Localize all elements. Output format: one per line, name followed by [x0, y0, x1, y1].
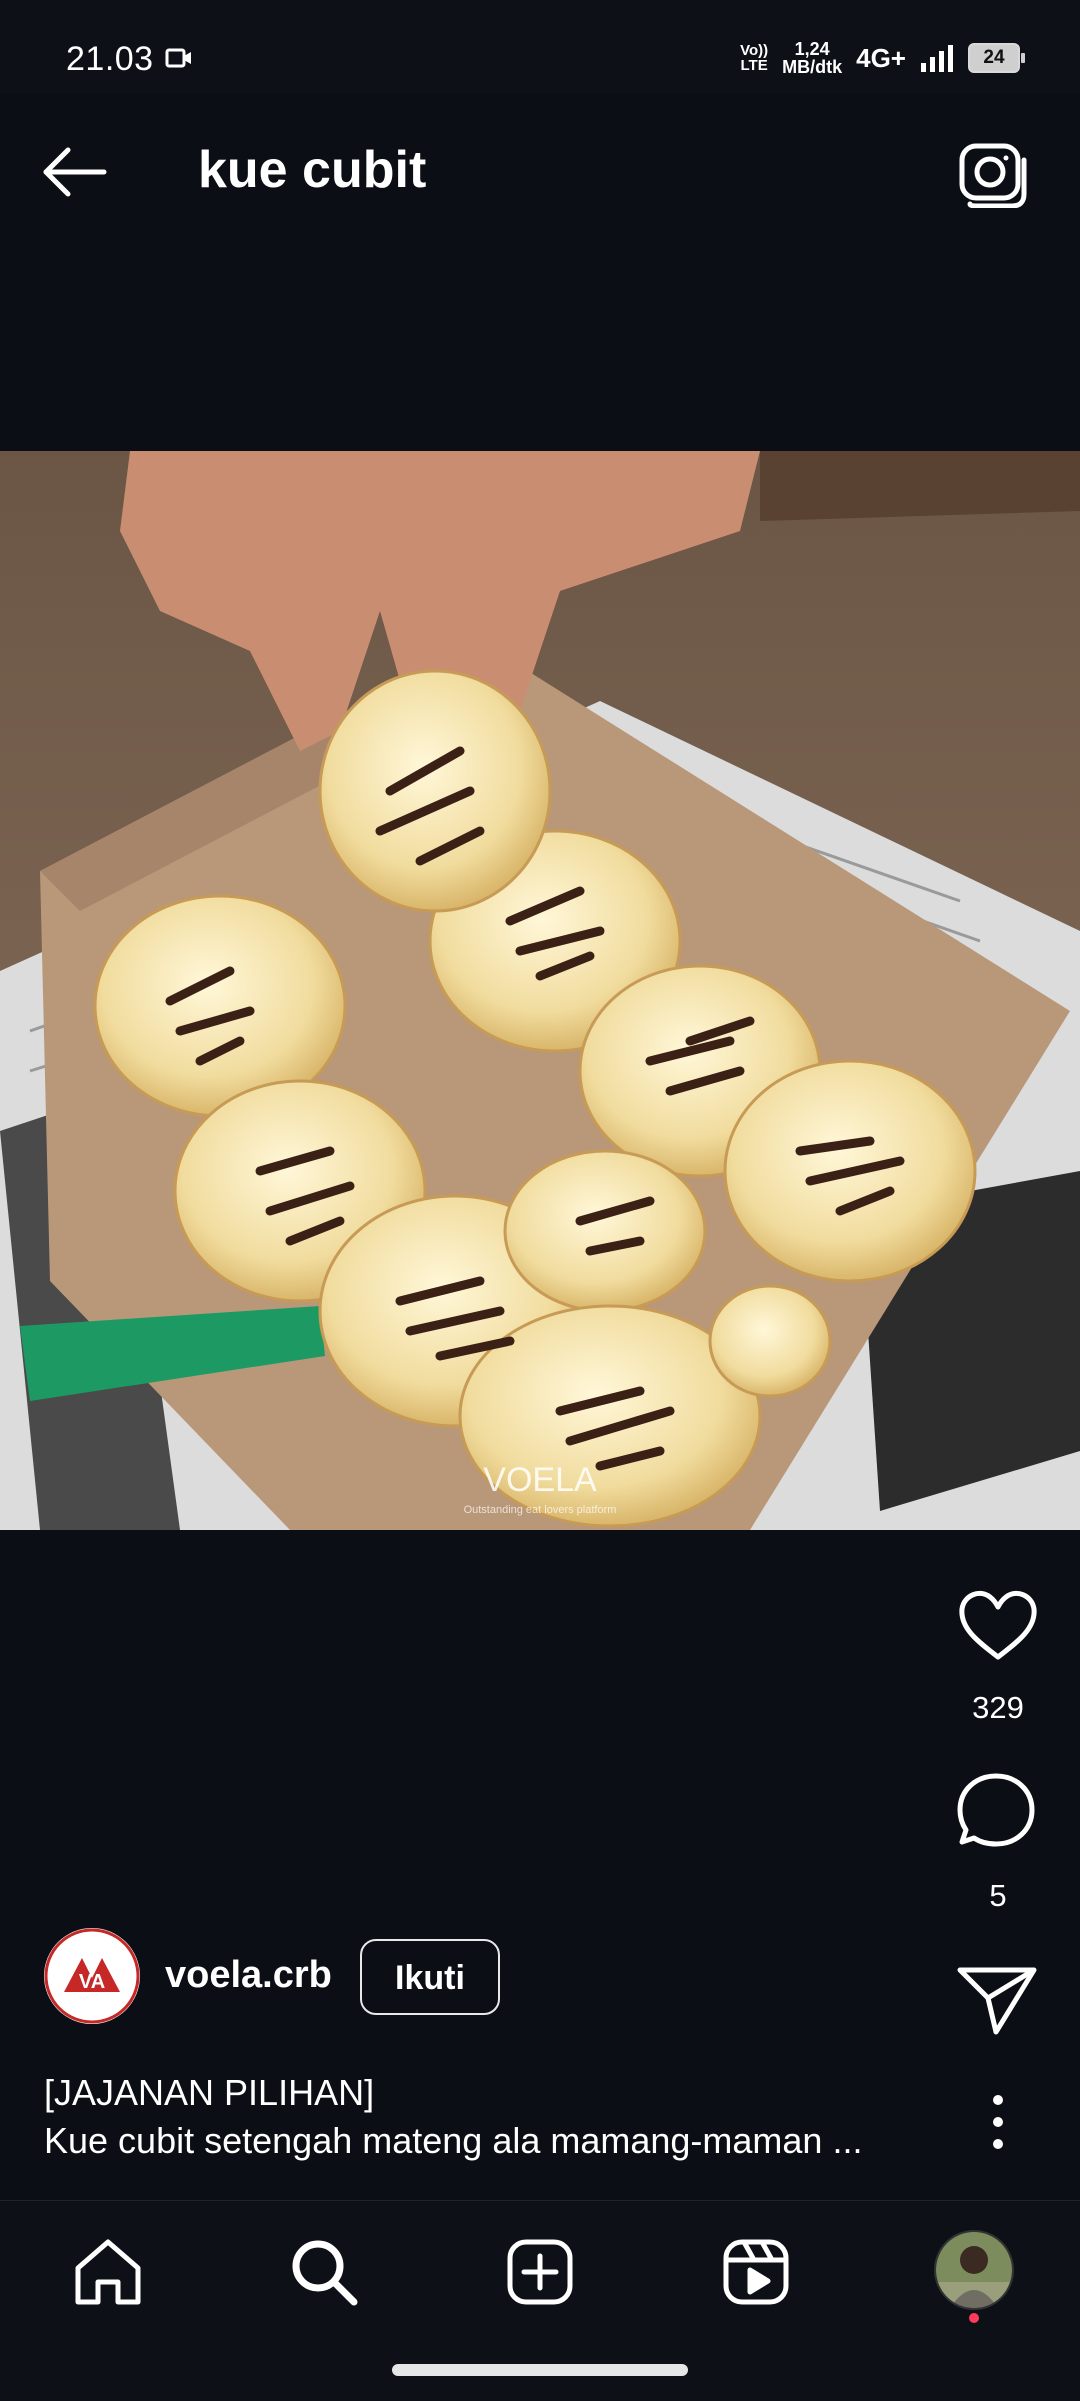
post-image[interactable]: VOELA Outstanding eat lovers platform	[0, 451, 1080, 1530]
speed-value: 1,24	[794, 39, 830, 59]
nav-search[interactable]	[284, 2232, 364, 2312]
battery-indicator: 24	[968, 43, 1025, 73]
brand-logo: VA	[44, 1928, 140, 2024]
heart-icon	[959, 1591, 1037, 1660]
comment-count[interactable]: 5	[940, 1878, 1056, 1914]
avatar-text: VA	[79, 1971, 105, 1993]
image-watermark: VOELA	[483, 1461, 597, 1499]
like-count[interactable]: 329	[940, 1690, 1056, 1726]
back-button[interactable]	[40, 142, 112, 202]
network-speed: 1,24 MB/dtk	[782, 40, 842, 76]
author-username[interactable]: voela.crb	[165, 1954, 332, 1997]
kue-cubit-photo: VOELA Outstanding eat lovers platform	[0, 451, 1080, 1530]
camera-icon	[959, 143, 1027, 208]
speed-unit: MB/dtk	[782, 57, 843, 77]
volte-top: Vo))	[740, 42, 769, 59]
more-vertical-icon	[993, 2095, 1003, 2149]
volte-indicator: Vo)) LTE	[740, 43, 768, 73]
follow-button[interactable]: Ikuti	[360, 1939, 500, 2015]
home-icon	[75, 2239, 141, 2305]
signal-icon	[921, 45, 953, 72]
create-icon	[507, 2239, 573, 2305]
search-icon	[292, 2240, 358, 2306]
more-options-button[interactable]	[975, 2090, 1021, 2154]
status-indicators: Vo)) LTE 1,24 MB/dtk 4G+ 24	[740, 38, 1025, 78]
share-button[interactable]	[950, 1960, 1046, 2040]
profile-avatar-icon	[936, 2232, 1012, 2308]
caption-text[interactable]: Kue cubit setengah mateng ala mamang-mam…	[44, 2120, 944, 2162]
nav-home[interactable]	[68, 2232, 148, 2312]
screen-record-icon	[165, 48, 191, 68]
page-title: kue cubit	[198, 141, 427, 199]
nav-profile[interactable]	[934, 2230, 1014, 2310]
home-indicator[interactable]	[392, 2364, 688, 2376]
image-watermark-sub: Outstanding eat lovers platform	[464, 1504, 617, 1516]
status-time: 21.03	[66, 40, 154, 78]
like-button[interactable]	[950, 1585, 1046, 1665]
volte-bottom: LTE	[740, 57, 768, 74]
comment-icon	[957, 1773, 1035, 1847]
author-avatar[interactable]: VA	[44, 1928, 140, 2024]
arrow-left-icon	[43, 147, 107, 197]
caption-title: [JAJANAN PILIHAN]	[44, 2072, 375, 2113]
comment-button[interactable]	[950, 1772, 1046, 1852]
nav-create[interactable]	[500, 2232, 580, 2312]
camera-button[interactable]	[956, 140, 1028, 208]
reels-icon	[723, 2239, 789, 2305]
send-icon	[957, 1967, 1037, 2035]
notification-dot	[969, 2313, 979, 2323]
network-type: 4G+	[856, 42, 906, 73]
nav-reels[interactable]	[716, 2232, 796, 2312]
